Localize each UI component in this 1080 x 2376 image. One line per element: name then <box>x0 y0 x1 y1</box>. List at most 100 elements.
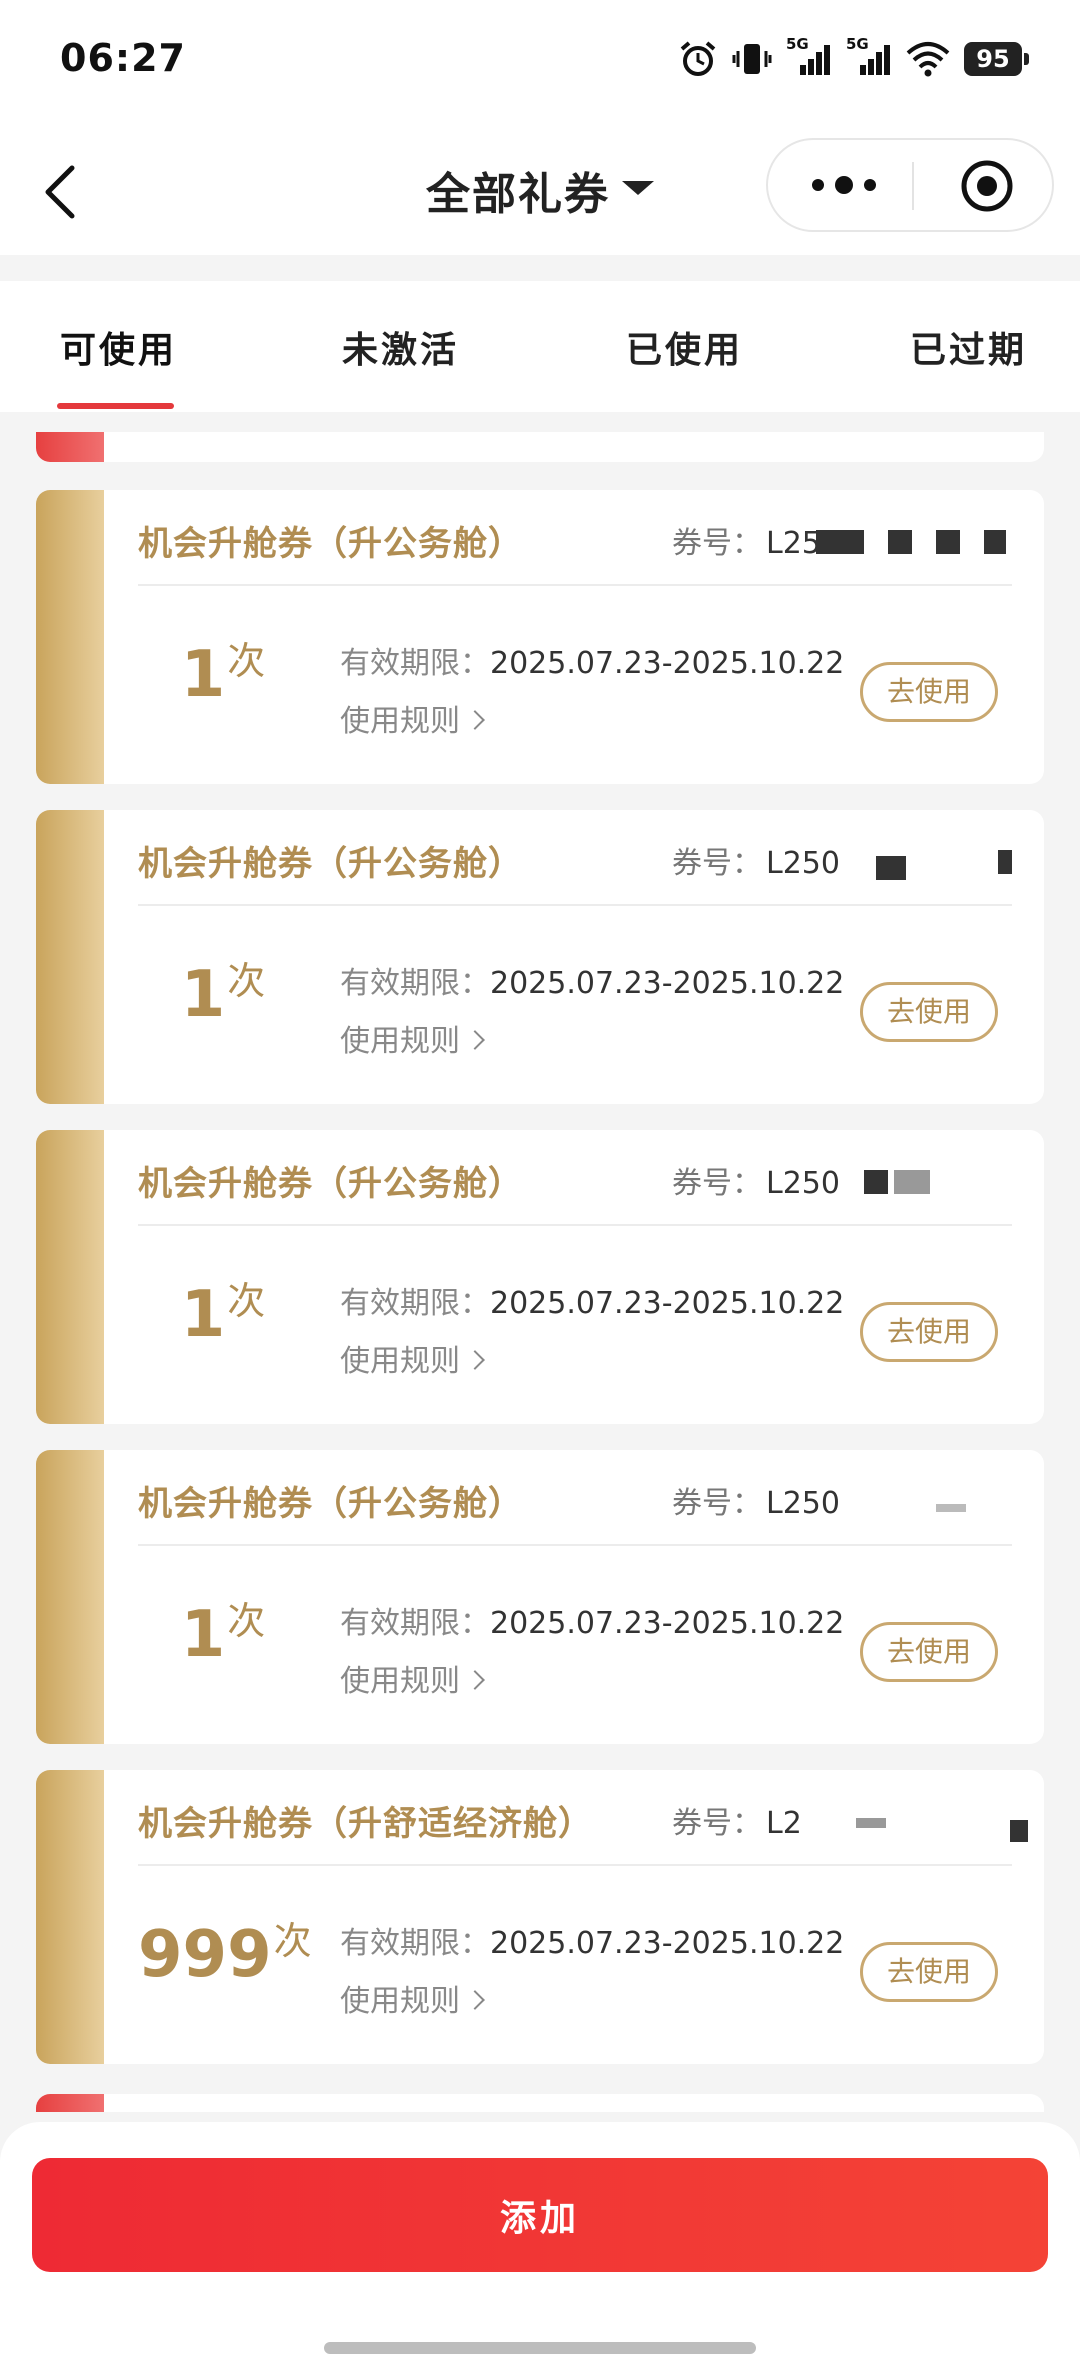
coupon-number-value: L250 <box>766 846 840 881</box>
coupon-count: 1次 <box>180 1278 266 1352</box>
coupon-number-value: L250 <box>766 1486 840 1521</box>
coupon-card[interactable]: 机会升舱券（升公务舱） 券号： L25 1次 有效期限：2025.07.23-20… <box>36 490 1044 784</box>
home-indicator[interactable] <box>324 2342 756 2354</box>
coupon-number: 券号： L25 <box>672 518 821 562</box>
close-target-icon[interactable] <box>959 158 1015 214</box>
coupon-validity: 有效期限：2025.07.23-2025.10.22 <box>340 966 845 1001</box>
usage-rules-link[interactable]: 使用规则 <box>340 1976 485 2020</box>
coupon-count: 999次 <box>138 1918 312 1992</box>
use-coupon-button[interactable]: 去使用 <box>860 1942 998 2002</box>
chevron-right-icon <box>465 1030 485 1050</box>
coupon-validity: 有效期限：2025.07.23-2025.10.22 <box>340 646 845 681</box>
coupon-status-tabs: 可使用 未激活 已使用 已过期 <box>0 281 1080 412</box>
redaction <box>856 1818 886 1828</box>
tab-used[interactable]: 已使用 <box>626 321 743 373</box>
coupon-strip <box>36 490 104 784</box>
coupon-name: 机会升舱券（升公务舱） <box>138 1164 523 1204</box>
usage-rules-link[interactable]: 使用规则 <box>340 1016 485 1060</box>
coupon-strip <box>36 1770 104 2064</box>
coupon-count: 1次 <box>180 638 266 712</box>
coupon-name: 机会升舱券（升公务舱） <box>138 844 523 884</box>
divider <box>138 584 1012 586</box>
status-icons: 5G 5G 95 <box>678 35 1029 82</box>
redaction <box>864 1170 888 1194</box>
alarm-icon <box>680 41 716 76</box>
coupon-validity: 有效期限：2025.07.23-2025.10.22 <box>340 1926 845 1961</box>
add-coupon-button[interactable]: 添加 <box>32 2158 1048 2272</box>
coupon-number-value: L25 <box>766 526 821 561</box>
coupon-strip <box>36 1130 104 1424</box>
divider <box>138 1544 1012 1546</box>
redaction <box>888 530 912 554</box>
signal-5g-icon: 5G <box>786 35 832 79</box>
coupon-number: 券号： L2 <box>672 1798 802 1842</box>
coupon-card[interactable]: 机会升舱券（升公务舱） 券号： L250 1次 有效期限：2025.07.23-2… <box>36 810 1044 1104</box>
redaction <box>894 1170 930 1194</box>
chevron-right-icon <box>465 710 485 730</box>
redaction <box>936 530 960 554</box>
vibrate-icon <box>732 44 772 74</box>
signal-5g-icon: 5G <box>846 35 892 79</box>
capsule-divider <box>912 162 914 210</box>
coupon-number: 券号： L250 <box>672 1478 840 1522</box>
redaction <box>876 856 906 880</box>
battery-icon: 95 <box>964 42 1029 76</box>
coupon-number-label: 券号： <box>672 1486 762 1521</box>
chevron-right-icon <box>465 1350 485 1370</box>
caret-down-icon[interactable] <box>622 181 654 195</box>
coupon-validity: 有效期限：2025.07.23-2025.10.22 <box>340 1286 845 1321</box>
page-title-dropdown[interactable]: 全部礼券 <box>426 158 610 222</box>
use-coupon-button[interactable]: 去使用 <box>860 1622 998 1682</box>
use-coupon-button[interactable]: 去使用 <box>860 1302 998 1362</box>
coupon-number-label: 券号： <box>672 1806 762 1841</box>
wifi-icon <box>906 42 950 77</box>
redaction <box>984 530 1006 554</box>
coupon-card[interactable]: 机会升舱券（升舒适经济舱） 券号： L2 999次 有效期限：2025.07.23… <box>36 1770 1044 2064</box>
tab-inactive[interactable]: 未激活 <box>342 321 459 373</box>
coupon-card[interactable]: 机会升舱券（升公务舱） 券号： L250 1次 有效期限：2025.07.23-2… <box>36 1130 1044 1424</box>
tab-available[interactable]: 可使用 <box>60 321 177 373</box>
chevron-right-icon <box>465 1670 485 1690</box>
status-time: 06:27 <box>60 36 186 80</box>
coupon-name: 机会升舱券（升公务舱） <box>138 524 523 564</box>
coupon-count: 1次 <box>180 958 266 1032</box>
redaction <box>998 850 1012 874</box>
coupon-validity: 有效期限：2025.07.23-2025.10.22 <box>340 1606 845 1641</box>
usage-rules-link[interactable]: 使用规则 <box>340 696 485 740</box>
redaction <box>816 530 864 554</box>
coupon-number-label: 券号： <box>672 1166 762 1201</box>
coupon-number-label: 券号： <box>672 846 762 881</box>
usage-rules-link[interactable]: 使用规则 <box>340 1336 485 1380</box>
tab-expired[interactable]: 已过期 <box>910 321 1027 373</box>
coupon-strip <box>36 1450 104 1744</box>
coupon-name: 机会升舱券（升舒适经济舱） <box>138 1804 593 1844</box>
coupon-list[interactable]: 机会升舱券（升公务舱） 券号： L25 1次 有效期限：2025.07.23-20… <box>36 412 1044 2112</box>
chevron-right-icon <box>465 1990 485 2010</box>
divider <box>138 1864 1012 1866</box>
coupon-strip <box>36 810 104 1104</box>
redaction <box>936 1504 966 1512</box>
divider <box>138 904 1012 906</box>
coupon-number-value: L250 <box>766 1166 840 1201</box>
coupon-number-value: L2 <box>766 1806 802 1841</box>
use-coupon-button[interactable]: 去使用 <box>860 982 998 1042</box>
coupon-card-partial <box>36 432 1044 462</box>
redaction <box>1010 1820 1028 1842</box>
more-icon[interactable] <box>810 174 878 196</box>
mini-program-capsule <box>766 138 1054 232</box>
coupon-count: 1次 <box>180 1598 266 1672</box>
bottom-action-panel: 添加 <box>0 2122 1080 2376</box>
nav-bar: 全部礼券 <box>0 120 1080 255</box>
coupon-number: 券号： L250 <box>672 838 840 882</box>
coupon-number-label: 券号： <box>672 526 762 561</box>
use-coupon-button[interactable]: 去使用 <box>860 662 998 722</box>
active-tab-indicator <box>57 403 174 409</box>
coupon-card-partial <box>36 2094 1044 2112</box>
status-bar: 06:27 5G 5G 95 <box>0 0 1080 120</box>
divider <box>138 1224 1012 1226</box>
coupon-strip <box>36 2094 104 2112</box>
coupon-strip <box>36 432 104 462</box>
back-icon[interactable] <box>38 162 82 222</box>
coupon-card[interactable]: 机会升舱券（升公务舱） 券号： L250 1次 有效期限：2025.07.23-2… <box>36 1450 1044 1744</box>
usage-rules-link[interactable]: 使用规则 <box>340 1656 485 1700</box>
